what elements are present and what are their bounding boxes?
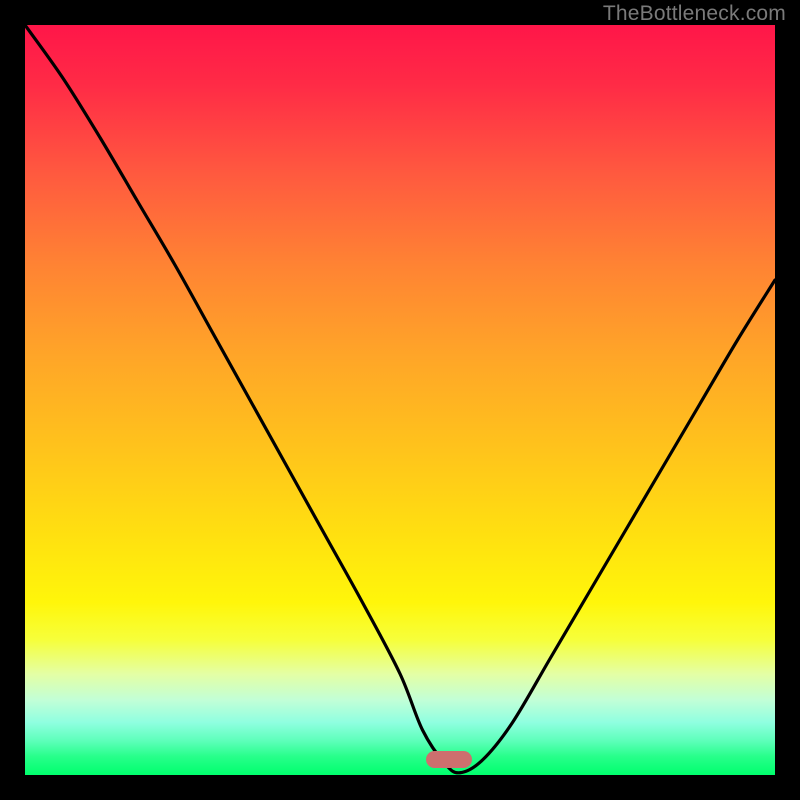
chart-frame: TheBottleneck.com — [0, 0, 800, 800]
optimum-marker — [426, 751, 472, 768]
bottleneck-curve — [25, 25, 775, 775]
watermark-text: TheBottleneck.com — [603, 2, 786, 26]
plot-area — [25, 25, 775, 775]
